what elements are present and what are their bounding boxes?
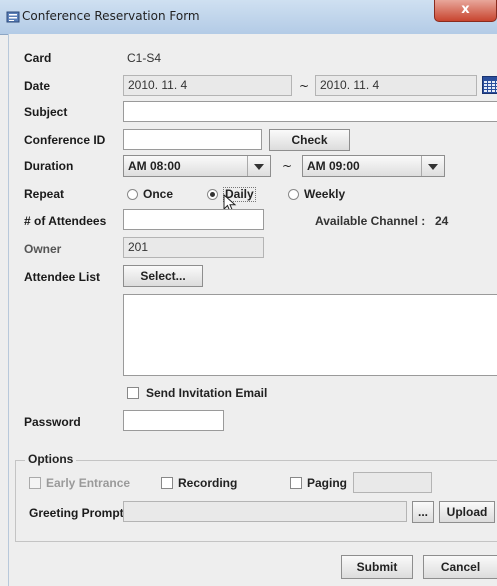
repeat-weekly-radio[interactable] [288,189,299,200]
cancel-button[interactable]: Cancel [423,555,497,579]
available-channel-value: 24 [435,214,449,228]
date-separator: ~ [299,79,310,93]
card-value: C1-S4 [127,51,162,65]
date-label: Date [24,79,51,93]
subject-label: Subject [24,105,68,119]
repeat-once-radio[interactable] [127,189,138,200]
early-entrance-checkbox[interactable] [29,477,41,489]
send-invitation-label[interactable]: Send Invitation Email [146,386,267,400]
submit-button[interactable]: Submit [341,555,413,579]
available-channel-label: Available Channel : [315,214,426,228]
paging-label[interactable]: Paging [307,476,347,490]
upload-button[interactable]: Upload [439,501,495,523]
password-label: Password [24,415,81,429]
check-button[interactable]: Check [269,129,350,151]
send-invitation-checkbox[interactable] [127,387,139,399]
recording-label[interactable]: Recording [178,476,237,490]
date-start-field[interactable]: 2010. 11. 4 [123,75,292,96]
close-button[interactable]: x [434,0,497,22]
repeat-label: Repeat [24,187,65,201]
options-title: Options [25,452,77,466]
attendees-label: # of Attendees [24,214,107,228]
paging-checkbox[interactable] [290,477,302,489]
conference-id-input[interactable] [123,129,262,150]
greeting-prompt-label: Greeting Prompt [29,506,124,520]
conference-id-label: Conference ID [24,133,106,147]
select-attendees-button[interactable]: Select... [123,265,203,287]
calendar-icon[interactable] [482,76,497,94]
greeting-prompt-field[interactable] [123,501,407,522]
date-end-field[interactable]: 2010. 11. 4 [315,75,477,96]
duration-end-value: AM 09:00 [307,159,360,173]
chevron-down-icon[interactable] [247,156,270,176]
title-bar: Conference Reservation Form x [0,0,497,35]
attendee-list-label: Attendee List [24,270,101,284]
repeat-weekly-label[interactable]: Weekly [304,187,345,201]
chevron-down-icon[interactable] [421,156,444,176]
owner-field: 201 [123,237,264,258]
duration-separator: ~ [282,159,293,173]
card-label: Card [24,51,52,65]
window-title: Conference Reservation Form [22,9,200,23]
early-entrance-label[interactable]: Early Entrance [46,476,130,490]
duration-label: Duration [24,159,74,173]
owner-label: Owner [24,242,62,256]
paging-input[interactable] [353,472,432,493]
repeat-once-label[interactable]: Once [143,187,173,201]
app-icon [6,11,20,23]
password-input[interactable] [123,410,224,431]
browse-button[interactable]: ... [412,501,434,523]
form-panel: Card C1-S4 Date 2010. 11. 4 ~ 2010. 11. … [8,34,497,586]
attendees-input[interactable] [123,209,264,230]
attendee-list-box[interactable] [123,294,497,376]
recording-checkbox[interactable] [161,477,173,489]
duration-start-value: AM 08:00 [128,159,181,173]
duration-start-select[interactable]: AM 08:00 [123,155,271,177]
repeat-daily-radio[interactable] [207,189,218,200]
duration-end-select[interactable]: AM 09:00 [302,155,445,177]
subject-input[interactable] [123,101,497,122]
